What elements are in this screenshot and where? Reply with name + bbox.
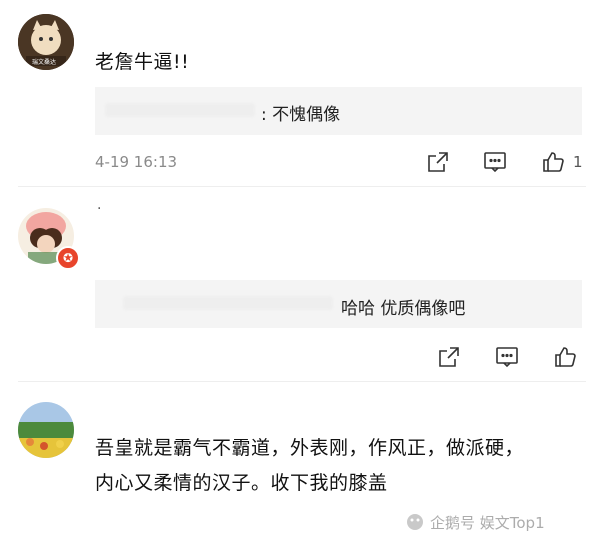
comment-text-line: 内心又柔情的汉子。收下我的膝盖 xyxy=(95,472,388,494)
reply-box[interactable]: : 不愧偶像 xyxy=(95,87,582,135)
redacted-username xyxy=(123,296,333,310)
avatar-caption: 瑞文桑达 xyxy=(32,59,57,66)
verified-badge: ✪ xyxy=(56,246,80,270)
avatar[interactable] xyxy=(18,402,74,458)
like-count: 1 xyxy=(573,153,583,171)
comment-icon[interactable] xyxy=(495,345,519,369)
share-icon[interactable] xyxy=(426,150,450,174)
redacted-username xyxy=(105,103,255,117)
watermark: 企鹅号 娱文Top1 xyxy=(430,514,545,532)
divider xyxy=(18,381,586,382)
reply-box[interactable]: 哈哈 优质偶像吧 xyxy=(95,280,582,328)
reply-text: : 不愧偶像 xyxy=(261,105,341,125)
badge-star-icon: ✪ xyxy=(62,251,74,265)
divider xyxy=(18,186,586,187)
watermark-logo-icon xyxy=(404,512,426,536)
avatar[interactable]: 瑞文桑达 xyxy=(18,14,74,70)
reply-text: 哈哈 优质偶像吧 xyxy=(341,299,466,319)
comment-text-line: 吾皇就是霸气不霸道，外表刚，作风正，做派硬， xyxy=(95,437,525,459)
comment-text: . xyxy=(97,197,102,213)
like-icon[interactable] xyxy=(541,150,565,174)
comment-text: 老詹牛逼!! xyxy=(95,51,190,73)
share-icon[interactable] xyxy=(437,345,461,369)
comment-time: 4-19 16:13 xyxy=(95,153,178,171)
like-icon[interactable] xyxy=(553,345,577,369)
comment-icon[interactable] xyxy=(483,150,507,174)
